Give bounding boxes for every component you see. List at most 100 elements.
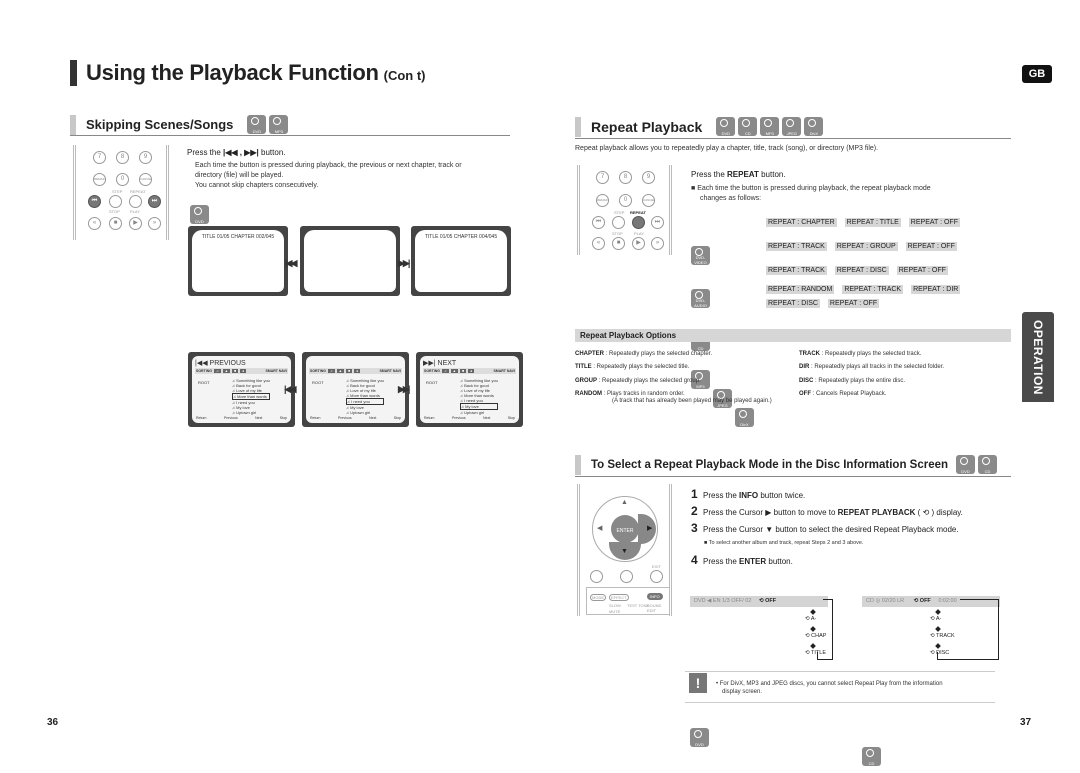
note-text-line1: • For DivX, MP3 and JPEG discs, you cann… — [716, 681, 943, 687]
arrow-down-icon — [810, 609, 816, 615]
option-dir: DIR : Repeatedly plays all tracks in the… — [799, 363, 944, 371]
skip-prev-icon: |◀◀ — [284, 384, 296, 394]
tv-screen: SORTING ♫ ▲ ■ ● SMART NAVI ROOT ♫ Something lik… — [306, 356, 405, 423]
remote-label-repeat: REPEAT — [130, 189, 146, 194]
skipping-disc-icons: DVD MP3 — [247, 115, 289, 134]
remote-illustration-navigation: ENTER ▲ ◀ ▶ ▼ EXIT MODE EFFECT INFO SLOW… — [577, 484, 672, 616]
footer-hint: Return — [196, 416, 207, 420]
dvd-disc-icon: DVD — [190, 205, 209, 224]
tv-screen: |◀◀ PREVIOUS SORTING ♫ ▲ ■ ● SMART NAVI ROOT ♫ S… — [192, 356, 291, 423]
repeat-mode-label: REPEAT : CHAPTER — [766, 218, 837, 227]
sorting-label: SORTING — [196, 369, 212, 373]
remote-key-7: 7 — [93, 151, 106, 164]
mp3-toolbar: SORTING ♫ ▲ ■ ● SMART NAVI — [423, 368, 516, 374]
track-list: ♫ Something like you ♫ Back for good ♫ Lov… — [346, 378, 384, 415]
remote-key-7: 7 — [596, 171, 609, 184]
step-1: 1 Press the INFO button twice. — [691, 487, 805, 501]
cd-repeat-off-indicator: ⟲ OFF — [913, 598, 931, 604]
toolbar-icon: ▲ — [222, 369, 231, 373]
repeat-instruction-prefix: Press the — [691, 170, 728, 179]
mp3-navigation-screen: SORTING ♫ ▲ ■ ● SMART NAVI ROOT ♫ Something lik… — [302, 352, 409, 427]
remote-label-play: PLAY — [634, 231, 644, 236]
option-track: TRACK : Repeatedly plays the selected tr… — [799, 350, 921, 358]
footer-hint: Previous — [224, 416, 238, 420]
smart-navi-label: SMART NAVI — [379, 369, 401, 373]
step-3: 3 Press the Cursor ▼ button to select the… — [691, 521, 959, 535]
play-pause-key-icon: ▶ — [632, 237, 645, 250]
option-term: RANDOM — [575, 391, 602, 397]
skip-prev-key-icon: ⏮ — [88, 195, 101, 208]
repeat-mode-label: REPEAT : DISC — [834, 266, 889, 275]
remote-label-play: PLAY — [130, 209, 140, 214]
repeat-bullet-line2: changes as follows: — [700, 195, 762, 202]
footer-hint: Next — [255, 416, 263, 420]
arrow-down-icon — [935, 609, 941, 615]
mp3-navigation-screen: |◀◀ PREVIOUS SORTING ♫ ▲ ■ ● SMART NAVI ROOT ♫ S… — [188, 352, 295, 427]
remote-key-mute: MUTE — [609, 609, 621, 614]
arrow-down-icon — [810, 643, 816, 649]
repeat-mode-option: ⟲ A- — [930, 616, 942, 622]
skip-next-icon: ▶▶| — [398, 384, 410, 394]
toolbar-icon: ♫ — [441, 369, 449, 373]
toolbar-icon: ● — [354, 369, 361, 373]
repeat-mode-option: ⟲ TITLE — [805, 650, 827, 656]
skip-next-icon: ▶▶| — [398, 258, 410, 268]
mp3-disc-icon: MP3 — [269, 115, 289, 134]
skip-buttons-glyph-icon: |◀◀ , ▶▶| — [223, 148, 259, 157]
option-desc: : Repeatedly plays the selected chapter. — [604, 351, 713, 357]
option-desc: : Cancels Repeat Playback. — [811, 391, 887, 397]
skip-instruction-prefix: Press the — [187, 148, 221, 157]
play-pause-key-icon: ▶ — [129, 217, 142, 230]
dvd-disc-icon: DVD — [956, 455, 976, 474]
toolbar-icon: ▲ — [336, 369, 345, 373]
dvd-disc-icon: DVD — [690, 728, 709, 747]
remote-key-block: MODE EFFECT INFO SLOW TEST TONE SOUND ED… — [586, 587, 670, 615]
track-list-item: ♫ Uptown girl — [460, 410, 485, 415]
repeat-instruction: Press the REPEAT button. — [691, 170, 786, 179]
mp3-screen-header — [309, 359, 402, 368]
repeat-mode-label: REPEAT : GROUP — [834, 242, 898, 251]
option-term: DIR — [799, 364, 810, 370]
footer-hint: Stop — [393, 416, 401, 420]
toolbar-icon: ♫ — [213, 369, 221, 373]
option-off: OFF : Cancels Repeat Playback. — [799, 390, 886, 398]
cursor-down-icon: ▼ — [621, 548, 628, 555]
repeat-mode-option: ⟲ TRACK — [930, 633, 955, 639]
remote-key-remain: REMAIN — [596, 194, 609, 207]
track-list-item: ♫ More than words — [232, 393, 270, 400]
cd-disc-icon: CD — [738, 117, 758, 136]
step-2: 2 Press the Cursor ▶ button to move to RE… — [691, 504, 963, 518]
header-bar — [575, 116, 581, 137]
fastforward-key-icon: » — [651, 237, 664, 250]
step-number: 2 — [691, 504, 698, 518]
stop-key-icon: ■ — [109, 217, 122, 230]
toolbar-icon: ■ — [232, 369, 239, 373]
skipping-section-header: Skipping Scenes/Songs DVD MP3 — [70, 114, 510, 136]
footer-hint: Return — [310, 416, 321, 420]
option-random-note: (A track that has already been played ma… — [612, 398, 772, 404]
repeat-mode-label: REPEAT : TRACK — [766, 242, 827, 251]
page-number-left: 36 — [47, 717, 59, 728]
track-list-item: ♫ Uptown girl — [232, 410, 257, 415]
remote-key-exit — [650, 570, 663, 583]
repeat-heading: Repeat Playback — [591, 118, 703, 135]
flow-line — [817, 652, 818, 659]
mp3-navigation-screen: ▶▶| NEXT SORTING ♫ ▲ ■ ● SMART NAVI ROOT ♫ Somet… — [416, 352, 523, 427]
remote-illustration-skip: 7 8 9 REMAIN 0 CANCEL STEP REPEAT ⏮ ⏭ ST… — [73, 145, 169, 240]
track-list-item: ♫ I need you — [346, 398, 384, 405]
track-list: ♫ Something like you ♫ Back for good ♫ Lov… — [232, 378, 270, 415]
footer-hint: Stop — [279, 416, 287, 420]
skip-instruction: Press the |◀◀ , ▶▶| button. — [187, 148, 286, 157]
step-text: Press the ENTER button. — [703, 557, 793, 566]
enter-button-icon: ENTER — [611, 515, 639, 543]
divider — [685, 671, 995, 672]
flow-line — [937, 659, 999, 660]
option-desc: : Repeatedly plays the selected group. — [597, 378, 701, 384]
jpeg-disc-icon: JPEG — [782, 117, 802, 136]
options-heading: Repeat Playback Options — [575, 329, 1011, 342]
repeat-mode-sequence: REPEAT : CHAPTER REPEAT : TITLE REPEAT : O… — [766, 211, 968, 229]
option-term: TRACK — [799, 351, 820, 357]
remote-key-repeat — [129, 195, 142, 208]
repeat-mode-label: REPEAT : OFF — [827, 299, 880, 308]
remote-key-subtitle — [620, 570, 633, 583]
